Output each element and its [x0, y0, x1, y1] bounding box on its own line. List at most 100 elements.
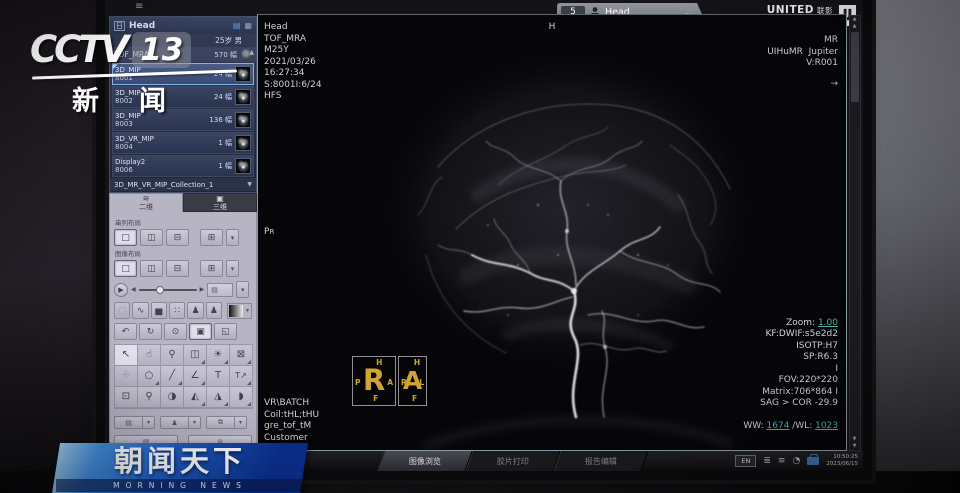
ellipse-roi-icon[interactable]: ○ [138, 366, 161, 387]
layout-2x1-icon[interactable]: ⊟ [166, 260, 189, 277]
flip-horizontal-icon[interactable]: ◭ [184, 387, 207, 408]
channel-name: CCTV [30, 28, 126, 71]
tab-3d[interactable]: ▣ 三维 [183, 193, 257, 212]
series-count: 1 幅 [218, 161, 232, 171]
layout-1x2-icon[interactable]: ◫ [140, 260, 163, 277]
image-viewport[interactable]: HeadTOF_MRAM25Y2021/03/2616:27:34S:8001I… [257, 14, 847, 451]
layout-2x1-icon[interactable]: ⊟ [166, 229, 189, 246]
language-indicator[interactable]: EN [735, 455, 756, 467]
window-level-icon[interactable]: ☀ [207, 345, 230, 366]
save-icon[interactable]: ▤ [114, 416, 142, 429]
chevron-down-icon[interactable]: ▾ [188, 416, 201, 429]
chevron-down-icon[interactable]: ▾ [234, 416, 247, 429]
clock-icon[interactable]: ◔ [792, 456, 800, 466]
delete-annotation-icon[interactable]: ⊠ [230, 345, 253, 366]
series-item[interactable]: 3D_VR_MIP 8004 1 幅 [112, 132, 254, 154]
orientation-left-label: PR [264, 227, 274, 239]
waveform-icon[interactable]: ∿ [132, 302, 148, 319]
cursor-icon[interactable]: ↖ [115, 345, 138, 366]
channel-subtitle: 新闻 [72, 79, 260, 118]
colormap-select[interactable]: ▾ [227, 303, 252, 319]
window-width-level: WW: 1674 /WL: 1023 [715, 410, 838, 445]
overlay-system-info: MRUIHuMR JupiterV:R001 → [767, 35, 838, 90]
overlay-series-info: VR\BATCHCoil:tHL;tHUgre_tof_tMCustomer [264, 398, 319, 444]
magnify-region-icon[interactable]: ◫ [184, 345, 207, 366]
slider-handle[interactable] [156, 286, 164, 294]
send-patient-icon[interactable]: ♟ [160, 416, 188, 429]
line-measure-icon[interactable]: ╱ [161, 366, 184, 387]
series-number: 8004 [115, 143, 215, 152]
clock-datetime: 10:50:25 2023/06/15 [826, 454, 858, 468]
section-label-image-layout: 图像布局 [115, 248, 252, 258]
series-name: 3D_VR_MIP [115, 135, 215, 144]
cine-speed-select[interactable]: ▤ [207, 283, 233, 297]
magnifier-icon[interactable]: ⚲ [138, 387, 161, 408]
tab-2d[interactable]: ≋ 二维 [109, 193, 183, 212]
cctv-logo: CCTV 13 新闻 [30, 28, 260, 118]
tab-image-browse[interactable]: 图像浏览 [377, 451, 472, 471]
toolbox-icon[interactable] [807, 457, 819, 465]
pan-hand-icon[interactable]: ☝ [138, 345, 161, 366]
pixel-values-icon[interactable]: ∷ [169, 302, 185, 319]
chevron-down-icon[interactable]: ▾ [226, 229, 239, 246]
series-item[interactable]: Display2 8006 1 幅 [112, 155, 254, 177]
scroll-up-icon[interactable]: ▲ ▲ [850, 16, 860, 30]
channel-number: 13 [132, 32, 191, 68]
program-subtitle: MORNING NEWS [56, 479, 304, 492]
layout-grid-icon[interactable]: ⊞ [200, 260, 223, 277]
tab-film-print[interactable]: 胶片打印 [465, 451, 560, 471]
series-number: 8006 [115, 166, 215, 175]
overlay-params: Zoom: 1.00KF:DWIF:s5e2d2ISOTP:H7SP:R6.3I… [715, 318, 838, 445]
histogram-icon[interactable]: ▅ [151, 302, 167, 319]
orientation-cube-a: A H R L F [398, 356, 427, 406]
clipboard-icon[interactable]: ▣ [189, 323, 212, 340]
program-title: 朝闻天下 [56, 443, 304, 479]
rotate-180-icon[interactable]: ◗ [230, 387, 253, 408]
layout-1x1-icon[interactable]: □ [114, 229, 137, 246]
crop-icon[interactable]: ◱ [214, 323, 237, 340]
invert-icon[interactable]: ◑ [161, 387, 184, 408]
cine-start-icon[interactable]: ◀ [131, 286, 136, 293]
crosshair-icon[interactable]: ✛ [115, 366, 138, 387]
section-label-series-layout: 串列布局 [115, 217, 252, 227]
cine-slider[interactable] [139, 284, 197, 296]
tab-label: 三维 [213, 204, 227, 211]
chevron-down-icon[interactable]: ▾ [236, 281, 249, 298]
chevron-down-icon[interactable]: ▾ [226, 260, 239, 277]
chevron-down-icon[interactable]: ▾ [244, 307, 251, 314]
collection-row[interactable]: 3D_MR_VR_MIP_Collection_1 ▼ [110, 178, 256, 191]
tool-panel: 串列布局 □◫⊟⊞ ▾ 图像布局 □◫⊟⊞ ▾ ▶ ◀ [109, 212, 257, 450]
viewport-scrollbar[interactable]: ▲ ▲ ▼ ▼ [849, 15, 861, 451]
tv-frame: ≡ 日 Head ▤ ▦ 25岁 男 ▲ TOF_MRA 570 幅 [0, 0, 960, 493]
layout-1x1-icon[interactable]: □ [114, 260, 137, 277]
text-annotation-icon[interactable]: T [207, 366, 230, 387]
series-name: Display2 [115, 158, 215, 167]
tray-time: 10:50:25 [826, 454, 858, 461]
layout-1x2-icon[interactable]: ◫ [140, 229, 163, 246]
chevron-down-icon[interactable]: ▾ [142, 416, 155, 429]
scrollbar-thumb[interactable] [851, 32, 859, 102]
collection-label: 3D_MR_VR_MIP_Collection_1 [114, 181, 247, 189]
caret-down-icon[interactable]: ▼ [247, 181, 252, 188]
angle-measure-icon[interactable]: ∠ [184, 366, 207, 387]
layout-grid-icon[interactable]: ⊞ [200, 229, 223, 246]
patient-reorient-icon[interactable]: ♟ [206, 302, 222, 319]
zoom-icon[interactable]: ⚲ [161, 345, 184, 366]
menu-icon[interactable]: ≡ [778, 456, 786, 466]
scroll-down-icon[interactable]: ▼ ▼ [850, 436, 860, 450]
reset-view-icon[interactable]: ▢ [114, 302, 130, 319]
rotate-loop-icon[interactable]: ↻ [139, 323, 162, 340]
export-icon[interactable]: ⧉ [206, 416, 234, 429]
magnifier-box-icon[interactable]: ⊡ [115, 387, 138, 408]
cine-end-icon[interactable]: ▶ [200, 286, 205, 293]
flip-vertical-icon[interactable]: ◮ [207, 387, 230, 408]
cine-play-button[interactable]: ▶ [114, 283, 128, 297]
tab-report-edit[interactable]: 报告编辑 [553, 451, 648, 471]
program-banner: 朝闻天下 MORNING NEWS [52, 443, 308, 493]
target-icon[interactable]: ⊙ [164, 323, 187, 340]
menu-icon[interactable]: ≡ [135, 1, 143, 12]
queue-list-icon[interactable]: ≣ [763, 456, 771, 466]
text-arrow-icon[interactable]: T↗ [230, 366, 253, 387]
patient-pose-icon[interactable]: ♟ [187, 302, 203, 319]
rotate-ccw-icon[interactable]: ↶ [114, 323, 137, 340]
